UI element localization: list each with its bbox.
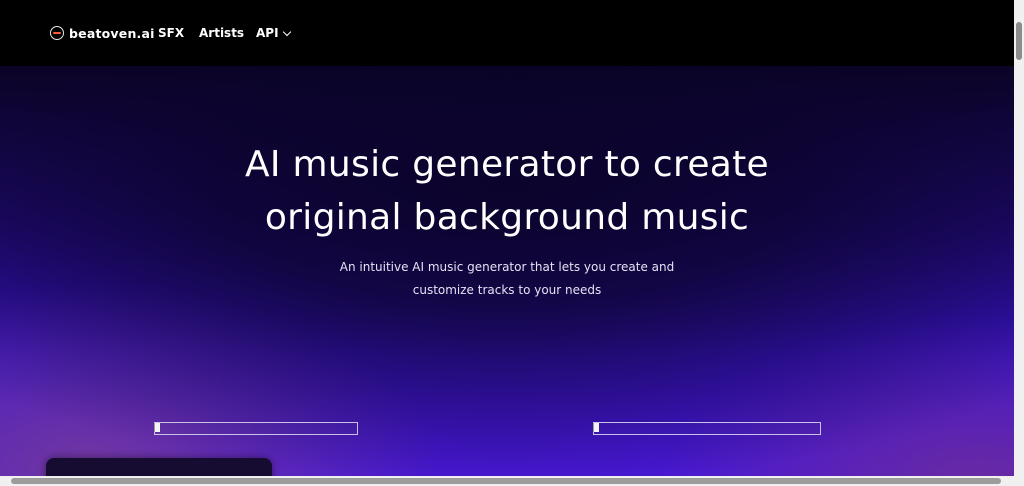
top-navbar: beatoven.ai SFX Artists API — [0, 0, 1014, 66]
media-frame-right — [593, 422, 821, 435]
scrollbar-corner — [1014, 476, 1024, 486]
hero-subtitle-line-1: An intuitive AI music generator that let… — [339, 260, 675, 274]
browser-viewport: beatoven.ai SFX Artists API AI music gen… — [0, 0, 1014, 476]
hero-title-line-2: original background music — [264, 197, 750, 238]
hero-title: AI music generator to create original ba… — [0, 138, 1014, 244]
logo-text: beatoven.ai — [69, 25, 155, 41]
nav-link-artists[interactable]: Artists — [199, 26, 244, 40]
nav-link-api-label: API — [256, 26, 279, 40]
hero-subtitle: An intuitive AI music generator that let… — [0, 256, 1014, 302]
logo-link[interactable]: beatoven.ai — [50, 24, 155, 42]
horizontal-scrollbar[interactable] — [0, 476, 1014, 486]
vertical-scrollbar[interactable] — [1014, 0, 1024, 476]
nav-link-api[interactable]: API — [256, 26, 291, 40]
chevron-down-icon — [282, 27, 291, 36]
beatoven-logo-icon — [50, 26, 64, 40]
horizontal-scrollbar-thumb[interactable] — [11, 478, 1001, 484]
media-frame-left — [154, 422, 358, 435]
nav-link-sfx[interactable]: SFX — [158, 26, 184, 40]
feature-card — [46, 458, 272, 476]
hero-subtitle-line-2: customize tracks to your needs — [412, 283, 602, 297]
hero-title-line-1: AI music generator to create — [244, 144, 770, 185]
hero-section: AI music generator to create original ba… — [0, 66, 1014, 476]
vertical-scrollbar-thumb[interactable] — [1016, 22, 1022, 60]
broken-image-icon — [154, 423, 160, 432]
broken-image-icon — [593, 423, 599, 432]
